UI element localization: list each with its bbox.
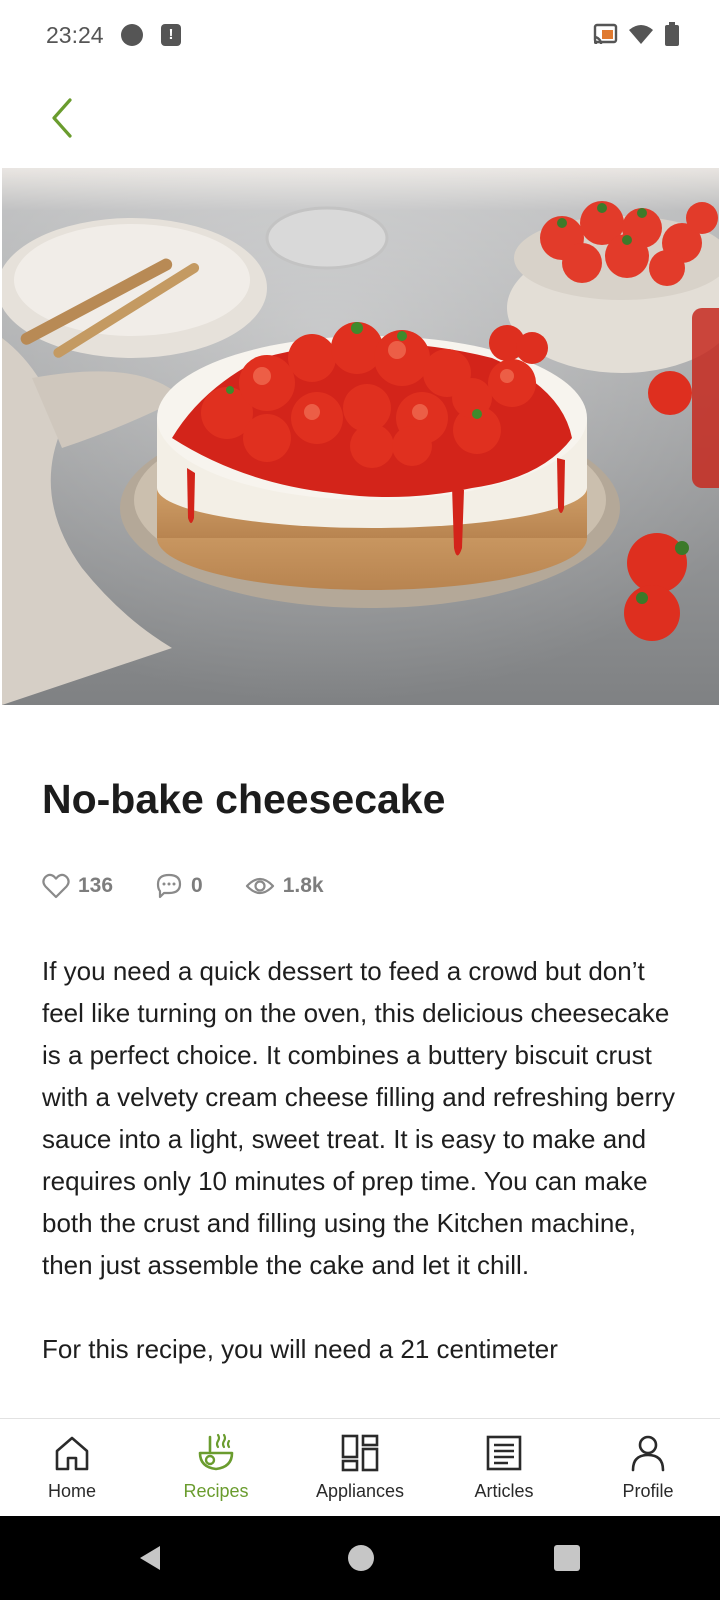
recipe-hero-image	[2, 168, 719, 705]
nav-home-label: Home	[47, 1481, 96, 1501]
status-bar: 23:24 !	[0, 0, 720, 72]
appliances-icon	[341, 1434, 379, 1472]
system-recents-icon[interactable]	[554, 1545, 580, 1571]
status-icons	[592, 22, 680, 46]
chevron-left-icon	[52, 98, 72, 138]
battery-icon	[665, 22, 679, 46]
wifi-icon	[629, 25, 653, 44]
notification-dot-icon	[121, 24, 143, 46]
articles-icon	[486, 1435, 522, 1471]
nav-recipes-label: Recipes	[183, 1481, 249, 1501]
likes-count: 136	[78, 874, 114, 897]
profile-icon	[631, 1435, 665, 1472]
system-back-icon[interactable]	[136, 1544, 164, 1572]
comment-icon	[156, 873, 182, 899]
nav-profile[interactable]: Profile	[576, 1419, 720, 1517]
eye-icon	[245, 877, 274, 895]
system-home-icon[interactable]	[348, 1545, 374, 1571]
nav-profile-label: Profile	[622, 1481, 674, 1501]
nav-appliances[interactable]: Appliances	[288, 1419, 432, 1517]
cast-icon	[593, 23, 618, 45]
nav-articles[interactable]: Articles	[432, 1419, 576, 1517]
recipe-title: No-bake cheesecake	[42, 776, 446, 822]
comments-stat[interactable]: 0	[155, 873, 203, 899]
back-button[interactable]	[40, 92, 84, 144]
description-paragraph: For this recipe, you will need a 21 cent…	[42, 1334, 558, 1364]
alert-notification-icon: !	[161, 24, 181, 46]
description-paragraph: If you need a quick dessert to feed a cr…	[42, 956, 675, 1280]
views-count: 1.8k	[282, 874, 324, 897]
home-icon	[55, 1436, 89, 1471]
system-navigation-bar	[0, 1516, 720, 1600]
views-stat: 1.8k	[245, 874, 324, 898]
nav-appliances-label: Appliances	[315, 1481, 405, 1501]
heart-icon	[42, 873, 70, 899]
nav-articles-label: Articles	[474, 1481, 534, 1501]
status-time: 23:24	[46, 22, 104, 48]
recipes-icon	[198, 1433, 234, 1471]
bottom-navigation: Home Recipes Appliances Articles Profile	[0, 1418, 720, 1516]
nav-recipes[interactable]: Recipes	[144, 1419, 288, 1517]
likes-stat[interactable]: 136	[42, 873, 113, 899]
recipe-stats: 136 0 1.8k	[42, 868, 366, 904]
recipe-description: If you need a quick dessert to feed a cr…	[42, 950, 692, 1412]
comments-count: 0	[191, 874, 203, 897]
nav-home[interactable]: Home	[0, 1419, 144, 1517]
